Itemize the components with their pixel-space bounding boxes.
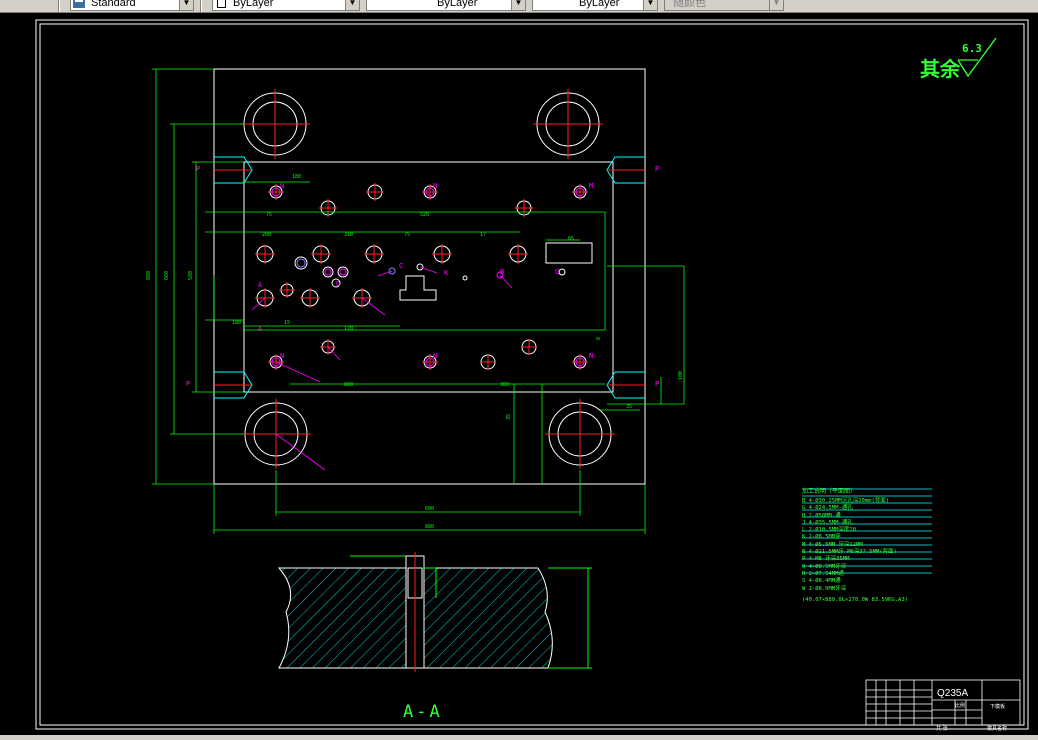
note-item: S 4-Ø8.4MM通 bbox=[802, 578, 841, 585]
svg-text:200: 200 bbox=[262, 232, 271, 238]
text-style-dropdown[interactable]: Standard ▼ bbox=[70, 0, 194, 11]
chevron-down-icon[interactable]: ▼ bbox=[511, 0, 525, 10]
svg-text:15: 15 bbox=[284, 320, 290, 326]
slot-pocket bbox=[545, 242, 593, 264]
linetype-value: ByLayer bbox=[437, 0, 478, 9]
mark-a: A bbox=[258, 325, 263, 333]
section-label: A-A bbox=[403, 702, 443, 722]
mark-b: B bbox=[500, 268, 505, 276]
toolbar-separator bbox=[200, 0, 202, 12]
chevron-down-icon[interactable]: ▼ bbox=[643, 0, 657, 10]
chevron-down-icon[interactable]: ▼ bbox=[179, 0, 193, 10]
cavity-outline bbox=[243, 161, 614, 393]
notes-title: 加工说明（平面图） bbox=[802, 488, 857, 495]
title-block-sheet: 共 张 bbox=[936, 726, 948, 732]
status-strip bbox=[0, 735, 1038, 740]
svg-text:880: 880 bbox=[425, 524, 434, 530]
note-item: Q 4-Ø8.5MM牙深 bbox=[802, 563, 847, 570]
mark-n: N bbox=[280, 182, 285, 190]
note-item: M 4-Ø5.5MM-牙深12MM bbox=[802, 541, 863, 548]
mark-k: K bbox=[444, 269, 449, 277]
roughness-label: 其余 bbox=[920, 57, 960, 81]
dimension-lines bbox=[152, 68, 685, 534]
svg-text:580: 580 bbox=[188, 271, 194, 280]
note-item: H 2-Ø50MM-通 bbox=[802, 512, 841, 519]
section-view-a-a bbox=[277, 552, 592, 672]
svg-text:660: 660 bbox=[164, 271, 170, 280]
svg-text:600: 600 bbox=[425, 506, 434, 512]
svg-text:75: 75 bbox=[404, 232, 410, 238]
title-block-material: Q235A bbox=[937, 688, 969, 699]
notes-footer: (40.07×880.0L×270.0W 83.59KG,A3) bbox=[802, 596, 908, 603]
svg-text:880: 880 bbox=[146, 271, 152, 280]
svg-text:75: 75 bbox=[266, 212, 272, 218]
profile-pocket bbox=[399, 275, 437, 301]
mark-d: D bbox=[336, 280, 341, 288]
notes-block: 加工说明（平面图） B 4-Ø30.25MM沉孔深20mm(背面) G 4-Ø2… bbox=[802, 486, 936, 604]
svg-text:65: 65 bbox=[568, 236, 574, 242]
mark-g: G bbox=[555, 268, 560, 276]
leader-lines bbox=[251, 266, 513, 471]
title-block-drawing-no: 模具名称 bbox=[987, 726, 1008, 732]
plot-style-dropdown[interactable]: 随颜色 ▼ bbox=[664, 0, 784, 11]
layer-color-value: ByLayer bbox=[233, 0, 274, 9]
mark-p: P bbox=[655, 165, 660, 173]
dimension-texts: 880 660 580 880 600 75 520 200 310 75 17 180 1… bbox=[146, 174, 684, 530]
mark-p: P bbox=[186, 380, 191, 388]
chevron-down-icon[interactable]: ▼ bbox=[769, 0, 783, 10]
svg-text:300: 300 bbox=[500, 382, 509, 388]
mark-p: P bbox=[655, 380, 660, 388]
mark-n: N bbox=[433, 352, 438, 360]
color-swatch-icon bbox=[217, 0, 226, 8]
svg-text:880: 880 bbox=[344, 382, 353, 388]
plot-style-value: 随颜色 bbox=[673, 0, 706, 9]
note-item: P 4-M8-牙深35MM bbox=[802, 556, 850, 563]
drawing-canvas[interactable]: 880 660 580 880 600 75 520 200 310 75 17 180 1… bbox=[0, 13, 1038, 735]
linetype-dropdown[interactable]: ByLayer ▼ bbox=[366, 0, 526, 11]
title-block-scale: 比例 bbox=[955, 703, 966, 709]
note-item: G 4-Ø24.5MM-通孔 bbox=[802, 505, 853, 512]
mark-n: N bbox=[589, 352, 594, 360]
lineweight-dropdown[interactable]: ByLayer ▼ bbox=[532, 0, 658, 11]
svg-text:170: 170 bbox=[344, 326, 353, 332]
svg-text:35: 35 bbox=[626, 404, 632, 410]
properties-toolbar: Standard ▼ ByLayer ▼ ByLayer ▼ ByLayer ▼… bbox=[0, 0, 1038, 13]
title-block-part-name: 下模板 bbox=[990, 704, 1006, 710]
mark-p: P bbox=[196, 165, 201, 173]
corner-bore-bottom-right bbox=[545, 399, 615, 469]
svg-text:180: 180 bbox=[292, 174, 301, 180]
svg-text:180: 180 bbox=[232, 320, 241, 326]
svg-text:35: 35 bbox=[506, 414, 512, 420]
mark-m: M bbox=[589, 182, 594, 190]
lineweight-value: ByLayer bbox=[579, 0, 620, 9]
note-item: W 2-Ø8.0MM牙深 bbox=[802, 585, 847, 592]
mark-n: N bbox=[280, 352, 285, 360]
svg-text:100: 100 bbox=[678, 371, 684, 380]
layer-color-dropdown[interactable]: ByLayer ▼ bbox=[212, 0, 360, 11]
text-style-value: Standard bbox=[91, 0, 136, 9]
corner-bore-top-left bbox=[240, 89, 310, 159]
svg-text:8: 8 bbox=[596, 337, 602, 340]
svg-text:17: 17 bbox=[480, 232, 486, 238]
chevron-down-icon[interactable]: ▼ bbox=[345, 0, 359, 10]
linetype-swatch bbox=[371, 2, 427, 4]
svg-text:520: 520 bbox=[420, 212, 429, 218]
toolbar-separator bbox=[58, 0, 60, 12]
mark-n: N bbox=[433, 182, 438, 190]
roughness-value: 6.3 bbox=[962, 42, 982, 55]
mark-a: A bbox=[258, 281, 263, 289]
corner-bore-top-right bbox=[533, 89, 603, 159]
mark-c: C bbox=[399, 262, 404, 270]
note-item: K 2-Ø8.5MM穿 bbox=[802, 534, 841, 541]
lineweight-swatch bbox=[537, 2, 575, 4]
cad-drawing: 880 660 580 880 600 75 520 200 310 75 17 180 1… bbox=[35, 19, 1029, 730]
svg-text:310: 310 bbox=[344, 232, 353, 238]
text-style-icon bbox=[73, 0, 85, 8]
